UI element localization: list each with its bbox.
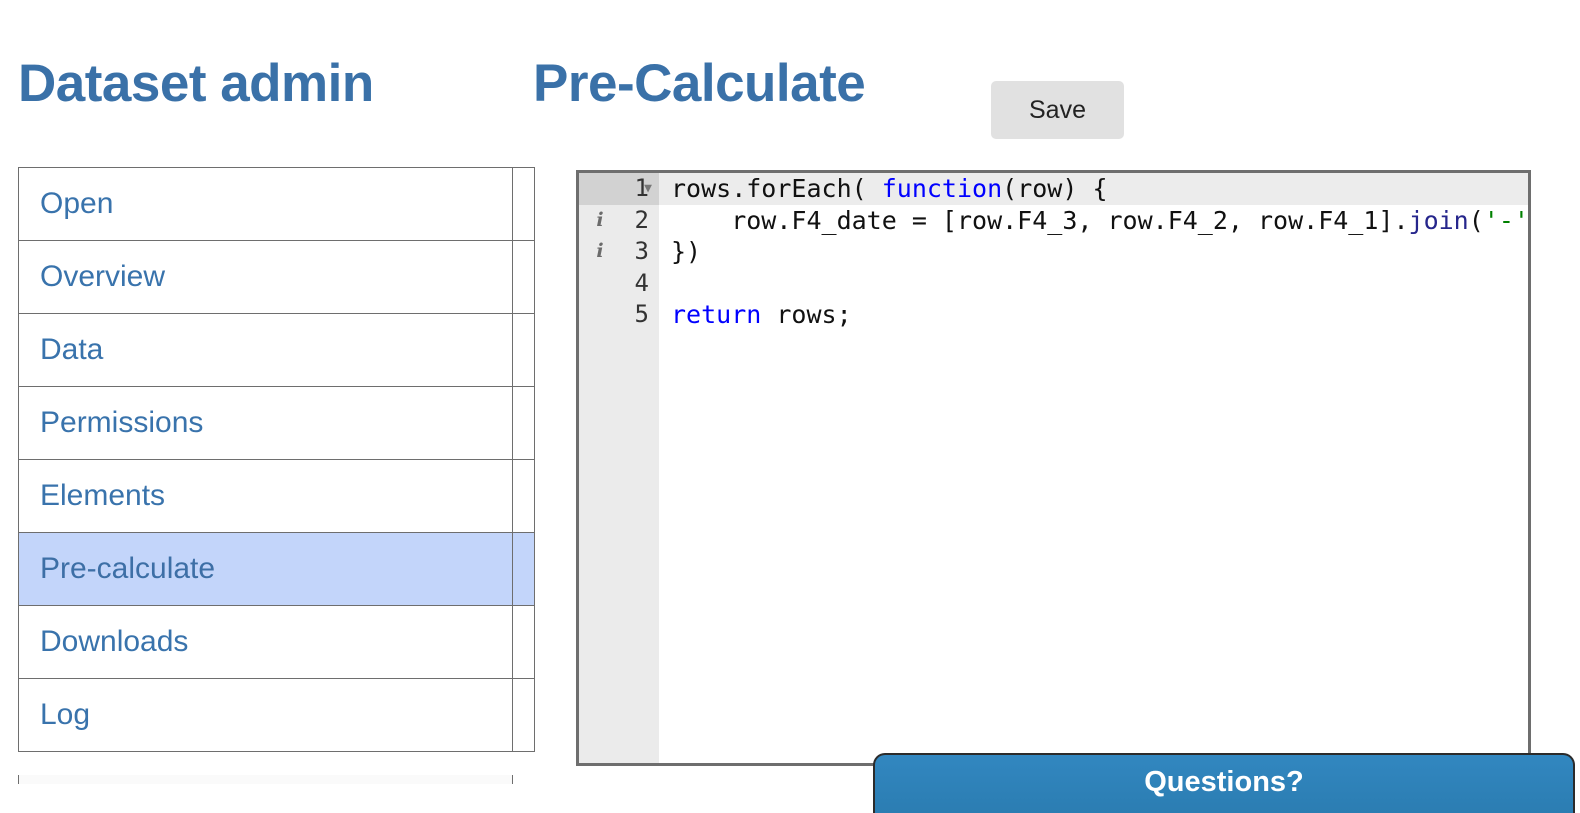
- sidebar-item-cell[interactable]: Data: [18, 313, 513, 387]
- section-title: Pre-Calculate: [533, 54, 866, 113]
- sidebar-item-label[interactable]: Data: [40, 335, 103, 365]
- sidebar-item-trailing-cell: [512, 678, 535, 752]
- editor-code-body[interactable]: 1 ▼ rows.forEach( function(row) {i 2 row.F4…: [579, 173, 1528, 331]
- sidebar-item-label[interactable]: Log: [40, 700, 90, 730]
- code-token-plain: row.F4_date = [row.F4_3, row.F4_2, row.F…: [671, 205, 1409, 235]
- code-token-fn: join: [1408, 205, 1469, 235]
- code-gutter: 1 ▼: [579, 173, 659, 205]
- sidebar-item-permissions[interactable]: Permissions: [18, 386, 535, 460]
- support-widget-label: Questions?: [1144, 766, 1304, 798]
- sidebar-item-log[interactable]: Log: [18, 678, 535, 752]
- sidebar-item-label[interactable]: Permissions: [40, 408, 203, 438]
- code-gutter: i2: [579, 204, 659, 237]
- code-token-plain: (row) {: [1002, 174, 1108, 203]
- save-button[interactable]: Save: [991, 81, 1124, 139]
- sidebar-item-trailing-cell: [512, 240, 535, 314]
- code-token-plain: }): [671, 237, 702, 266]
- code-token-str: '-': [1483, 205, 1529, 235]
- sidebar-item-overview[interactable]: Overview: [18, 240, 535, 314]
- sidebar-item-downloads[interactable]: Downloads: [18, 605, 535, 679]
- sidebar-item-trailing-cell: [512, 532, 535, 606]
- code-token-plain: (: [1468, 205, 1484, 235]
- sidebar-item-label[interactable]: Elements: [40, 481, 165, 511]
- sidebar-item-data[interactable]: Data: [18, 313, 535, 387]
- sidebar-item-cell[interactable]: Open: [18, 167, 513, 241]
- code-line[interactable]: 5 return rows;: [579, 299, 1528, 331]
- code-text[interactable]: row.F4_date = [row.F4_3, row.F4_2, row.F…: [659, 205, 1528, 237]
- code-token-plain: rows;: [761, 300, 852, 329]
- line-number: 4: [634, 268, 649, 297]
- sidebar-item-label[interactable]: Pre-calculate: [40, 554, 215, 584]
- sidebar-item-cell[interactable]: Downloads: [18, 605, 513, 679]
- support-widget[interactable]: Questions?: [873, 753, 1575, 813]
- sidebar-item-open[interactable]: Open: [18, 167, 535, 241]
- code-line[interactable]: i 3}): [579, 236, 1528, 268]
- code-token-kw: function: [881, 174, 1003, 203]
- sidebar-item-cell[interactable]: Pre-calculate: [18, 532, 513, 606]
- code-token-plain: rows.forEach(: [671, 174, 882, 203]
- page-bottom-strip: [18, 775, 513, 784]
- editor-inner: 1 ▼ rows.forEach( function(row) {i 2 row.F4…: [579, 173, 1528, 763]
- code-token-plain: ): [1529, 206, 1531, 235]
- line-number: 3: [634, 237, 649, 265]
- sidebar-item-trailing-cell: [512, 386, 535, 460]
- code-line[interactable]: 1 ▼ rows.forEach( function(row) {: [579, 173, 1528, 205]
- sidebar-item-pre-calculate[interactable]: Pre-calculate: [18, 532, 535, 606]
- sidebar-nav: Open Overview Data Permissions Elements Pre-c…: [18, 167, 535, 752]
- sidebar-item-trailing-cell: [512, 605, 535, 679]
- sidebar-item-label[interactable]: Downloads: [40, 627, 188, 657]
- sidebar-item-label[interactable]: Overview: [40, 262, 165, 292]
- page-title: Dataset admin: [18, 54, 374, 113]
- sidebar-item-cell[interactable]: Permissions: [18, 386, 513, 460]
- code-text[interactable]: return rows;: [659, 299, 1528, 331]
- code-token-kw: return: [671, 300, 762, 329]
- info-icon[interactable]: i: [593, 236, 607, 268]
- code-gutter: i3: [579, 236, 659, 268]
- sidebar-item-cell[interactable]: Elements: [18, 459, 513, 533]
- info-icon[interactable]: i: [593, 205, 607, 237]
- sidebar-item-trailing-cell: [512, 313, 535, 387]
- sidebar-item-label[interactable]: Open: [40, 189, 113, 219]
- page-header: Dataset admin Pre-Calculate Save: [0, 0, 1580, 160]
- code-text[interactable]: [659, 268, 1528, 300]
- code-line[interactable]: 4: [579, 267, 1528, 300]
- code-gutter: 5: [579, 299, 659, 331]
- code-gutter: 4: [579, 267, 659, 299]
- sidebar-item-cell[interactable]: Overview: [18, 240, 513, 314]
- fold-arrow-icon[interactable]: ▼: [641, 173, 655, 205]
- code-line[interactable]: i2 row.F4_date = [row.F4_3, row.F4_2, ro…: [579, 204, 1528, 237]
- sidebar-item-elements[interactable]: Elements: [18, 459, 535, 533]
- precalculate-code-editor[interactable]: 1 ▼ rows.forEach( function(row) {i 2 row.F4…: [576, 170, 1531, 766]
- sidebar-item-trailing-cell: [512, 459, 535, 533]
- sidebar-item-trailing-cell: [512, 167, 535, 241]
- line-number: 5: [634, 300, 649, 328]
- code-text[interactable]: }): [659, 236, 1528, 268]
- code-text[interactable]: rows.forEach( function(row) {: [659, 173, 1528, 205]
- sidebar-item-cell[interactable]: Log: [18, 678, 513, 752]
- line-number: 2: [634, 205, 649, 234]
